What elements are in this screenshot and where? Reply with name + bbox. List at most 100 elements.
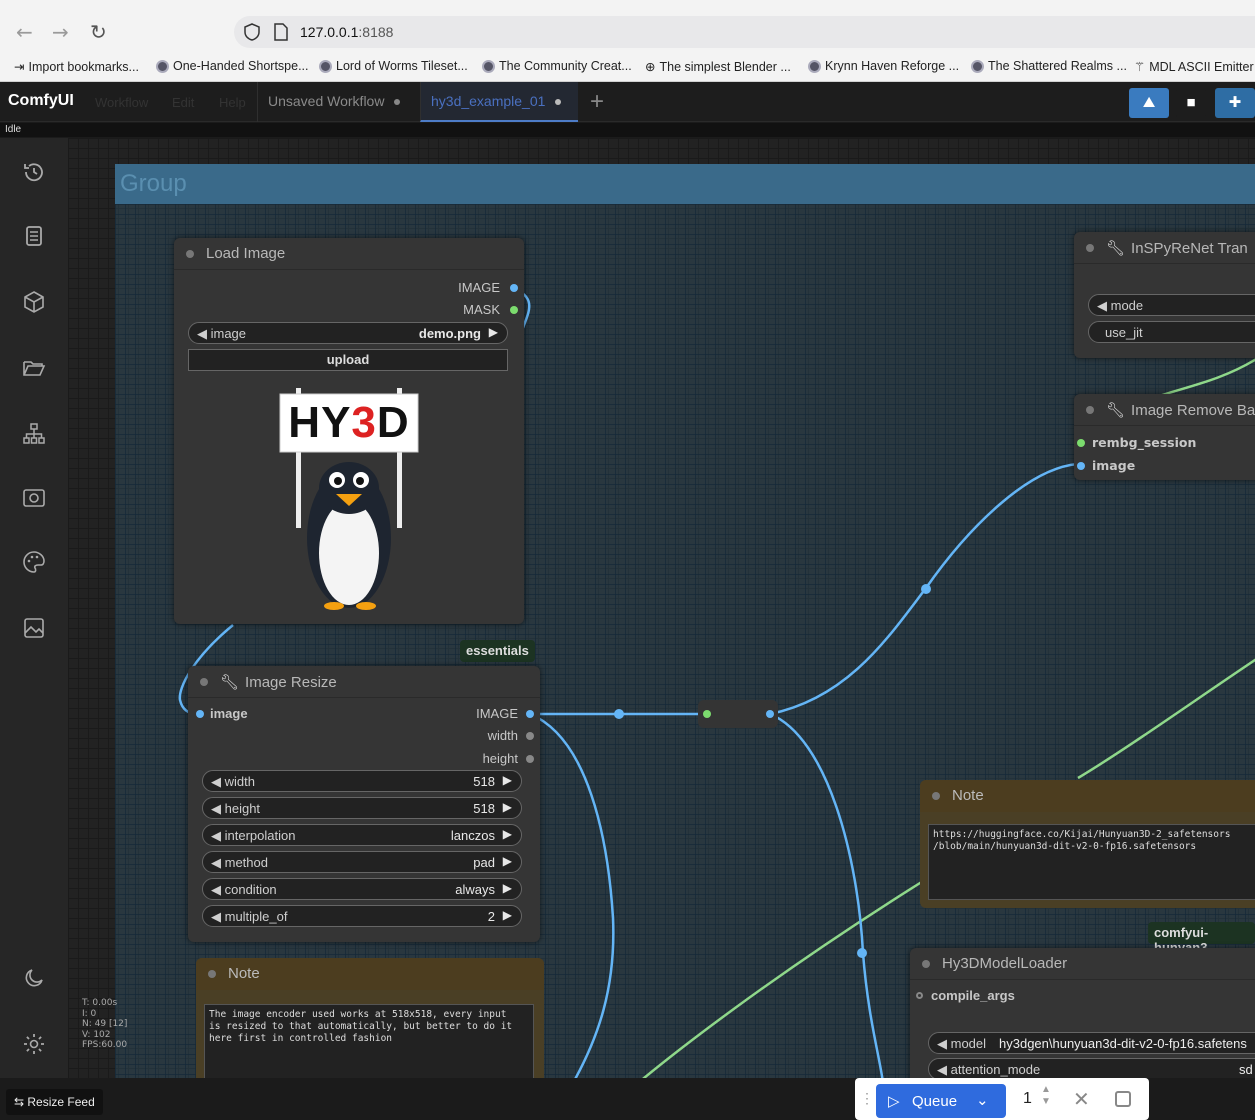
input-dot-compile-args[interactable] (916, 992, 923, 999)
output-dot-mask[interactable] (510, 306, 518, 314)
output-dot-image[interactable] (510, 284, 518, 292)
queue-button[interactable]: ▷ Queue ⌄ (876, 1084, 1006, 1118)
wire-midpoint[interactable] (921, 584, 931, 594)
note-node[interactable]: Note https://huggingface.co/Kijai/Hunyua… (920, 780, 1255, 908)
wire-green (642, 876, 929, 1078)
note-title-bar[interactable]: Note (920, 780, 1255, 812)
node-title-bar[interactable]: Hy3DModelLoader (910, 948, 1255, 980)
note-title-bar[interactable]: Note (196, 958, 544, 990)
queue-list-icon[interactable] (22, 224, 46, 248)
graph-canvas[interactable]: Group Load Image IMAGE MASK ◀ image demo… (68, 138, 1255, 1078)
back-icon[interactable]: ← (16, 20, 33, 44)
checkbox-icon[interactable] (1115, 1091, 1131, 1107)
height-widget[interactable]: ◀ height 518 ▶ (202, 797, 522, 819)
arrow-right-icon[interactable]: ▶ (503, 881, 512, 895)
menu-help[interactable]: Help (219, 95, 246, 110)
add-tab-icon[interactable]: + (590, 88, 604, 116)
load-image-node[interactable]: Load Image IMAGE MASK ◀ image demo.png ▶… (174, 238, 524, 624)
image-remove-bg-node[interactable]: 🔧︎ Image Remove Ba rembg_session image (1074, 394, 1255, 480)
node-title-bar[interactable]: 🔧︎ Image Remove Ba (1074, 394, 1255, 426)
wire-midpoint[interactable] (857, 948, 867, 958)
cube-icon[interactable] (22, 290, 46, 314)
drag-handle-icon[interactable]: ⋮ (860, 1090, 874, 1107)
tab-unsaved-workflow[interactable]: Unsaved Workflow (257, 82, 420, 122)
node-collapse-dot[interactable] (200, 678, 208, 686)
hy3d-model-loader-node[interactable]: Hy3DModelLoader compile_args ◀ model hy3d… (910, 948, 1255, 1078)
interpolation-widget[interactable]: ◀ interpolation lanczos ▶ (202, 824, 522, 846)
arrow-right-icon[interactable]: ▶ (503, 800, 512, 814)
bookmark-item[interactable]: ⚚ MDL ASCII Emitter (1134, 59, 1254, 75)
arrow-right-icon[interactable]: ▶ (503, 773, 512, 787)
node-title-bar[interactable]: 🔧︎ InSPyReNet Tran (1074, 232, 1255, 264)
manager-puzzle-icon[interactable]: ✚ (1215, 88, 1255, 118)
node-collapse-dot[interactable] (1086, 244, 1094, 252)
bookmark-item[interactable]: The Shattered Realms ... (971, 59, 1127, 73)
inspyrenet-node[interactable]: 🔧︎ InSPyReNet Tran ◀ mode use_jit (1074, 232, 1255, 358)
use-jit-widget[interactable]: use_jit (1088, 321, 1255, 343)
toggle-link-icon[interactable]: ⛰ (1129, 88, 1169, 118)
node-title-bar[interactable]: Load Image (174, 238, 524, 270)
input-dot-image[interactable] (196, 710, 204, 718)
address-bar[interactable]: 127.0.0.1:8188 (234, 16, 1255, 48)
node-collapse-dot[interactable] (186, 250, 194, 258)
bookmark-import[interactable]: ⇥ Import bookmarks... (14, 59, 139, 75)
output-dot-width[interactable] (526, 732, 534, 740)
palette-icon[interactable] (22, 550, 46, 574)
stepper-icon[interactable]: ▲ ▼ (1041, 1084, 1051, 1108)
wire-midpoint[interactable] (614, 709, 624, 719)
image-combo-widget[interactable]: ◀ image demo.png ▶ (188, 322, 508, 344)
attention-mode-widget[interactable]: ◀ attention_mode sd (928, 1058, 1255, 1078)
note-node[interactable]: Note The image encoder used works at 518… (196, 958, 544, 1078)
reroute-node[interactable] (698, 700, 778, 728)
arrow-right-icon[interactable]: ▶ (503, 908, 512, 922)
method-widget[interactable]: ◀ method pad ▶ (202, 851, 522, 873)
menu-workflow[interactable]: Workflow (95, 95, 148, 110)
history-icon[interactable] (22, 160, 46, 184)
output-dot-image[interactable] (526, 710, 534, 718)
gallery-icon[interactable] (22, 616, 46, 640)
multiple-of-widget[interactable]: ◀ multiple_of 2 ▶ (202, 905, 522, 927)
bookmark-item[interactable]: The Community Creat... (482, 59, 632, 73)
note-textarea[interactable]: The image encoder used works at 518x518,… (204, 1004, 534, 1078)
resize-feed-button[interactable]: ⇆ Resize Feed (6, 1089, 103, 1115)
bookmark-item[interactable]: Lord of Worms Tileset... (319, 59, 468, 73)
input-dot-rembg-session[interactable] (1077, 439, 1085, 447)
input-dot-image[interactable] (1077, 462, 1085, 470)
output-dot-height[interactable] (526, 755, 534, 763)
settings-gear-icon[interactable] (22, 1032, 46, 1056)
arrow-right-icon[interactable]: ▶ (489, 325, 498, 339)
bookmark-item[interactable]: One-Handed Shortspe... (156, 59, 309, 73)
folder-icon[interactable] (22, 356, 46, 380)
bookmark-item[interactable]: Krynn Haven Reforge ... (808, 59, 959, 73)
mode-widget[interactable]: ◀ mode (1088, 294, 1255, 316)
cancel-icon[interactable]: ✕ (1073, 1087, 1090, 1112)
bookmark-toggle-icon[interactable]: ■ (1176, 88, 1206, 118)
condition-widget[interactable]: ◀ condition always ▶ (202, 878, 522, 900)
bookmark-item[interactable]: ⊕ The simplest Blender ... (645, 59, 791, 75)
node-title-bar[interactable]: 🔧︎ Image Resize (188, 666, 540, 698)
bookmark-icon (482, 59, 495, 73)
note-textarea[interactable]: https://huggingface.co/Kijai/Hunyuan3D-2… (928, 824, 1255, 900)
image-resize-node[interactable]: 🔧︎ Image Resize image IMAGE width height … (188, 666, 540, 942)
menu-edit[interactable]: Edit (172, 95, 194, 110)
tab-hy3d-example[interactable]: hy3d_example_01 (420, 82, 578, 122)
reroute-input-dot[interactable] (703, 710, 711, 718)
reroute-output-dot[interactable] (766, 710, 774, 718)
queue-label: Queue (912, 1093, 958, 1110)
node-tree-icon[interactable] (22, 422, 46, 446)
batch-count-input[interactable]: 1 (1023, 1090, 1032, 1108)
width-widget[interactable]: ◀ width 518 ▶ (202, 770, 522, 792)
upload-button[interactable]: upload (188, 349, 508, 371)
model-widget[interactable]: ◀ model hy3dgen\hunyuan3d-dit-v2-0-fp16.s… (928, 1032, 1255, 1054)
node-collapse-dot[interactable] (208, 970, 216, 978)
chevron-down-icon[interactable]: ⌄ (976, 1091, 989, 1109)
model-library-icon[interactable] (22, 486, 46, 510)
arrow-right-icon[interactable]: ▶ (503, 854, 512, 868)
moon-icon[interactable] (22, 966, 46, 990)
arrow-right-icon[interactable]: ▶ (503, 827, 512, 841)
node-collapse-dot[interactable] (1086, 406, 1094, 414)
node-collapse-dot[interactable] (922, 960, 930, 968)
node-collapse-dot[interactable] (932, 792, 940, 800)
forward-icon[interactable]: → (52, 20, 69, 44)
reload-icon[interactable]: ↻ (90, 20, 107, 44)
